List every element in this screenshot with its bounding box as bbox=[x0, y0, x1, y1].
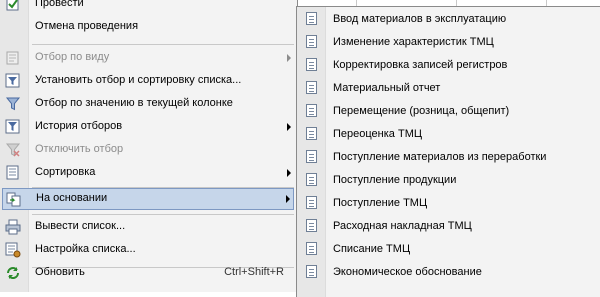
menu-item-label: Провести bbox=[35, 0, 84, 9]
document-icon bbox=[306, 173, 317, 186]
post-icon bbox=[5, 0, 21, 12]
refresh-icon bbox=[5, 265, 21, 281]
submenu-item-label: Расходная накладная ТМЦ bbox=[333, 220, 472, 232]
submenu-item-label: Поступление материалов из переработки bbox=[333, 151, 547, 163]
document-icon bbox=[306, 12, 317, 25]
submenu-item-label: Списание ТМЦ bbox=[333, 243, 411, 255]
menu-item-label: Установить отбор и сортировку списка... bbox=[35, 74, 242, 86]
document-icon bbox=[306, 265, 317, 278]
submenu-item-label: Перемещение (розница, общепит) bbox=[333, 105, 510, 117]
menu-item-label: Отбор по виду bbox=[35, 51, 110, 63]
filter-sort-icon bbox=[5, 73, 21, 89]
menu-item-based-on[interactable]: На основании bbox=[2, 188, 294, 210]
menu-item-label: На основании bbox=[36, 192, 108, 204]
submenu-item-label: Материальный отчет bbox=[333, 82, 441, 94]
submenu-item-label: Поступление ТМЦ bbox=[333, 197, 428, 209]
document-icon bbox=[306, 150, 317, 163]
submenu-item-label: Корректировка записей регистров bbox=[333, 59, 508, 71]
context-menu: Провести Отмена проведения Отбор по виду… bbox=[0, 0, 298, 292]
document-icon bbox=[306, 58, 317, 71]
submenu-item[interactable]: Переоценка ТМЦ bbox=[297, 123, 600, 146]
menu-item-filter-by-column[interactable]: Отбор по значению в текущей колонке bbox=[0, 93, 296, 115]
menu-item-label: Обновить bbox=[35, 266, 85, 278]
document-icon bbox=[306, 196, 317, 209]
document-icon bbox=[306, 81, 317, 94]
submenu-arrow-icon bbox=[286, 195, 290, 203]
menu-item-label: Настройка списка... bbox=[35, 243, 136, 255]
submenu-item[interactable]: Расходная накладная ТМЦ bbox=[297, 215, 600, 238]
document-icon bbox=[306, 242, 317, 255]
submenu-item-label: Ввод материалов в эксплуатацию bbox=[333, 13, 507, 25]
submenu-item[interactable]: Экономическое обоснование bbox=[297, 261, 600, 284]
based-on-submenu: Ввод материалов в эксплуатацию Изменение… bbox=[296, 6, 600, 297]
submenu-item[interactable]: Поступление материалов из переработки bbox=[297, 146, 600, 169]
document-icon bbox=[306, 219, 317, 232]
submenu-arrow-icon bbox=[287, 169, 291, 177]
document-icon bbox=[306, 104, 317, 117]
print-list-icon bbox=[5, 219, 21, 235]
menu-item-filter-by-type[interactable]: Отбор по виду bbox=[0, 47, 296, 69]
list-settings-icon bbox=[5, 242, 21, 258]
filter-column-icon bbox=[5, 96, 21, 112]
filter-off-icon bbox=[5, 142, 21, 158]
menu-item-sort[interactable]: Сортировка bbox=[0, 162, 296, 184]
menu-item-label: Сортировка bbox=[35, 166, 96, 178]
submenu-item[interactable]: Поступление ТМЦ bbox=[297, 192, 600, 215]
menu-item-label: Отключить отбор bbox=[35, 143, 124, 155]
submenu-item-label: Поступление продукции bbox=[333, 174, 457, 186]
menu-item-label: Вывести список... bbox=[35, 220, 126, 232]
submenu-item-label: Экономическое обоснование bbox=[333, 266, 482, 278]
submenu-item[interactable]: Ввод материалов в эксплуатацию bbox=[297, 8, 600, 31]
menu-item-label: Отмена проведения bbox=[35, 20, 139, 32]
menu-item-filter-history[interactable]: История отборов bbox=[0, 116, 296, 138]
filter-by-type-icon bbox=[5, 50, 21, 66]
submenu-arrow-icon bbox=[287, 54, 291, 62]
menu-separator bbox=[32, 44, 294, 45]
menu-item-refresh[interactable]: Обновить Ctrl+Shift+R bbox=[0, 262, 296, 284]
menu-item-filter-off[interactable]: Отключить отбор bbox=[0, 139, 296, 161]
submenu-arrow-icon bbox=[287, 123, 291, 131]
submenu-item[interactable]: Перемещение (розница, общепит) bbox=[297, 100, 600, 123]
sort-icon bbox=[5, 165, 21, 181]
menu-item-set-filter-sort[interactable]: Установить отбор и сортировку списка... bbox=[0, 70, 296, 92]
shortcut-label: Ctrl+Shift+R bbox=[224, 266, 284, 278]
menu-separator bbox=[32, 214, 294, 215]
submenu-item[interactable]: Материальный отчет bbox=[297, 77, 600, 100]
document-icon bbox=[306, 127, 317, 140]
menu-item-print-list[interactable]: Вывести список... bbox=[0, 216, 296, 238]
menu-item-list-settings[interactable]: Настройка списка... bbox=[0, 239, 296, 261]
menu-item-post[interactable]: Провести bbox=[0, 0, 296, 15]
filter-history-icon bbox=[5, 119, 21, 135]
submenu-item-label: Переоценка ТМЦ bbox=[333, 128, 422, 140]
submenu-item[interactable]: Поступление продукции bbox=[297, 169, 600, 192]
submenu-item-label: Изменение характеристик ТМЦ bbox=[333, 36, 494, 48]
document-icon bbox=[306, 35, 317, 48]
menu-item-unpost[interactable]: Отмена проведения bbox=[0, 16, 296, 38]
submenu-item[interactable]: Корректировка записей регистров bbox=[297, 54, 600, 77]
menu-item-label: Отбор по значению в текущей колонке bbox=[35, 97, 233, 109]
menu-item-label: История отборов bbox=[35, 120, 123, 132]
submenu-item[interactable]: Изменение характеристик ТМЦ bbox=[297, 31, 600, 54]
based-on-icon bbox=[6, 191, 22, 207]
submenu-item[interactable]: Списание ТМЦ bbox=[297, 238, 600, 261]
